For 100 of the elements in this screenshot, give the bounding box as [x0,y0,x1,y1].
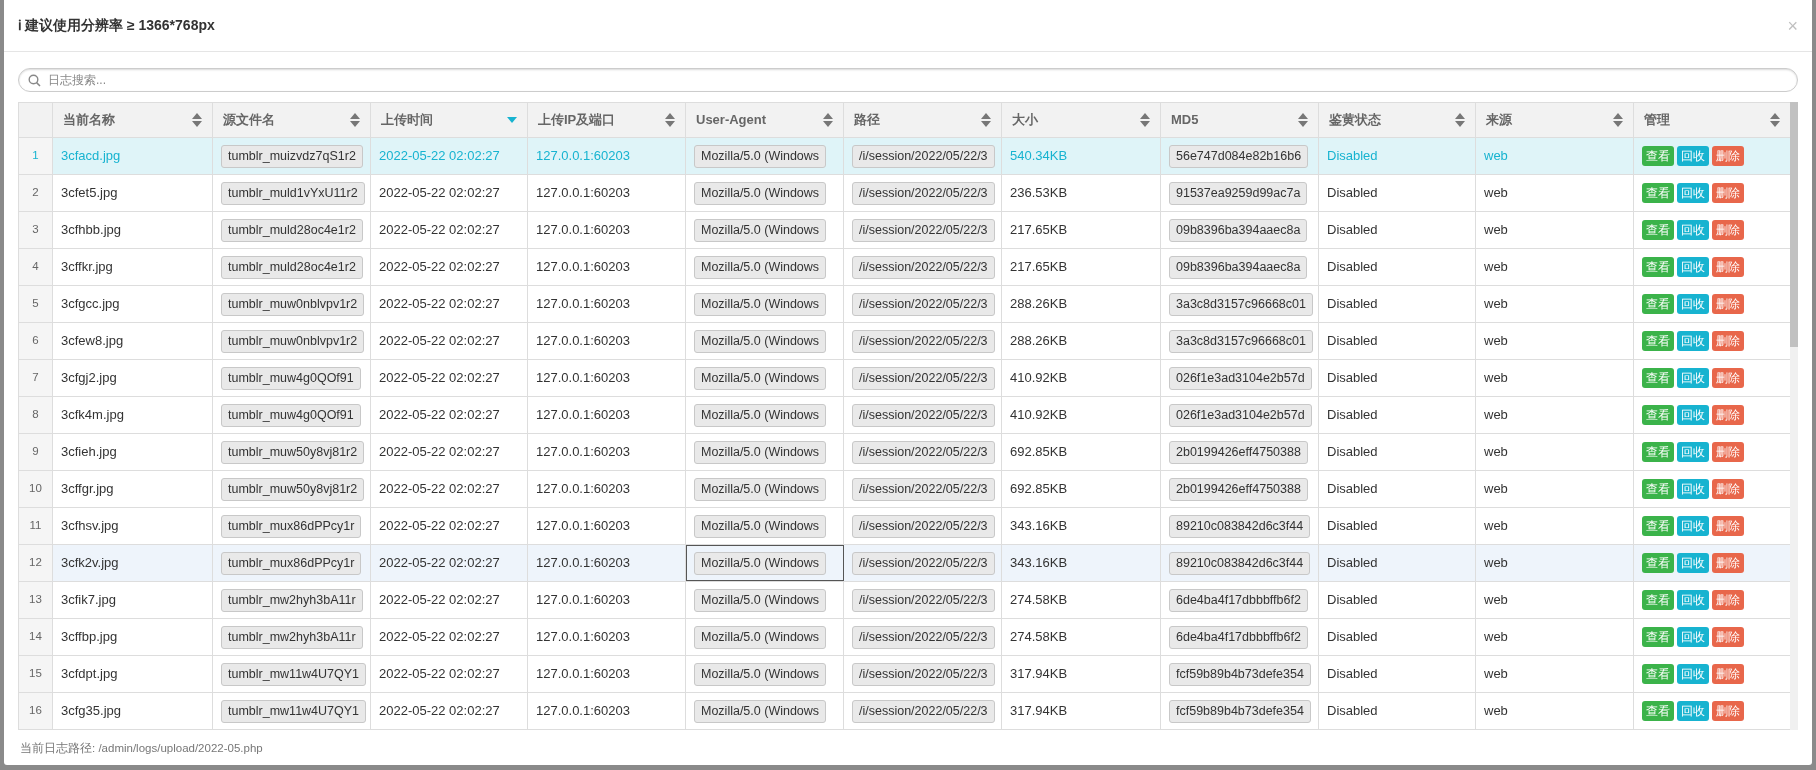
column-header[interactable]: 上传时间 [371,103,528,137]
user-agent-field[interactable]: Mozilla/5.0 (Windows [694,255,827,279]
source-file-field[interactable]: tumblr_muw4g0QOf91 [221,366,361,390]
md5-field[interactable]: 91537ea9259d99ac7a [1169,181,1308,205]
user-agent-field[interactable]: Mozilla/5.0 (Windows [694,551,827,575]
table-row[interactable]: 2 3cfet5.jpg tumblr_muld1vYxU11r2 2022-05-22 02:02:27 127.0.0.1:60203 Mozilla/5.0 (Windows /i/session/2022/05/22/3 236.53KB 91537ea9259d99ac7a Disabled web 查看 回收 删除 [19,175,1790,212]
path-field[interactable]: /i/session/2022/05/22/3 [852,366,995,390]
source-file-field[interactable]: tumblr_mw11w4U7QY1 [221,662,367,686]
table-row[interactable]: 1 3cfacd.jpg tumblr_muizvdz7qS1r2 2022-05-22 02:02:27 127.0.0.1:60203 Mozilla/5.0 (Windows /i/session/2022/05/22/3 540.34KB 56e747d084e82b16b6 Disabled web 查看 回收 删除 [19,138,1790,175]
md5-field[interactable]: 89210c083842d6c3f44 [1169,514,1311,538]
column-header[interactable]: 当前名称 [53,103,213,137]
column-header[interactable]: 上传IP及端口 [528,103,686,137]
column-header[interactable]: MD5 [1161,103,1319,137]
table-cell: 540.34KB [1002,138,1161,174]
md5-field[interactable]: 026f1e3ad3104e2b57d [1169,366,1312,390]
table-row[interactable]: 4 3cffkr.jpg tumblr_muld28oc4e1r2 2022-05-22 02:02:27 127.0.0.1:60203 Mozilla/5.0 (Windows /i/session/2022/05/22/3 217.65KB 09b8396ba394aaec8a Disabled web 查看 回收 删除 [19,249,1790,286]
table-row[interactable]: 3 3cfhbb.jpg tumblr_muld28oc4e1r2 2022-05-22 02:02:27 127.0.0.1:60203 Mozilla/5.0 (Windows /i/session/2022/05/22/3 217.65KB 09b8396ba394aaec8a Disabled web 查看 回收 删除 [19,212,1790,249]
user-agent-field[interactable]: Mozilla/5.0 (Windows [694,403,827,427]
md5-field[interactable]: 6de4ba4f17dbbbffb6f2 [1169,625,1308,649]
scrollbar-thumb[interactable] [1790,102,1798,347]
md5-field[interactable]: 2b0199426eff4750388 [1169,440,1308,464]
md5-field[interactable]: 026f1e3ad3104e2b57d [1169,403,1312,427]
source-file-field[interactable]: tumblr_muw0nblvpv1r2 [221,329,365,353]
path-field[interactable]: /i/session/2022/05/22/3 [852,514,995,538]
column-header[interactable]: 鉴黄状态 [1319,103,1476,137]
path-field[interactable]: /i/session/2022/05/22/3 [852,292,995,316]
column-header[interactable]: User-Agent [686,103,844,137]
table-row[interactable]: 12 3cfk2v.jpg tumblr_mux86dPPcy1r 2022-05-22 02:02:27 127.0.0.1:60203 Mozilla/5.0 (Windows /i/session/2022/05/22/3 343.16KB 89210c083842d6c3f44 Disabled web 查看 回收 删除 [19,545,1790,582]
md5-field[interactable]: 2b0199426eff4750388 [1169,477,1308,501]
source-file-field[interactable]: tumblr_mux86dPPcy1r [221,551,362,575]
source-file-field[interactable]: tumblr_muw4g0QOf91 [221,403,361,427]
user-agent-field[interactable]: Mozilla/5.0 (Windows [694,625,827,649]
column-header[interactable]: 来源 [1476,103,1634,137]
search-icon [28,74,41,87]
md5-field[interactable]: 09b8396ba394aaec8a [1169,255,1308,279]
user-agent-field[interactable]: Mozilla/5.0 (Windows [694,588,827,612]
table-row[interactable]: 13 3cfik7.jpg tumblr_mw2hyh3bA11r 2022-05-22 02:02:27 127.0.0.1:60203 Mozilla/5.0 (Windows /i/session/2022/05/22/3 274.58KB 6de4ba4f17dbbbffb6f2 Disabled web 查看 回收 删除 [19,582,1790,619]
column-header[interactable]: 大小 [1002,103,1161,137]
table-cell: 2022-05-22 02:02:27 [371,434,528,470]
md5-field[interactable]: 89210c083842d6c3f44 [1169,551,1311,575]
path-field[interactable]: /i/session/2022/05/22/3 [852,329,995,353]
source-file-field[interactable]: tumblr_muw50y8vj81r2 [221,477,365,501]
table-row[interactable]: 10 3cffgr.jpg tumblr_muw50y8vj81r2 2022-05-22 02:02:27 127.0.0.1:60203 Mozilla/5.0 (Windows /i/session/2022/05/22/3 692.85KB 2b0199426eff4750388 Disabled web 查看 回收 删除 [19,471,1790,508]
path-field[interactable]: /i/session/2022/05/22/3 [852,477,995,501]
table-cell: 3cffkr.jpg [53,249,213,285]
source-file-field[interactable]: tumblr_muld1vYxU11r2 [221,181,365,205]
source-file-field[interactable]: tumblr_muw50y8vj81r2 [221,440,365,464]
source-file-field[interactable]: tumblr_mux86dPPcy1r [221,514,362,538]
user-agent-field[interactable]: Mozilla/5.0 (Windows [694,292,827,316]
table-row[interactable]: 7 3cfgj2.jpg tumblr_muw4g0QOf91 2022-05-22 02:02:27 127.0.0.1:60203 Mozilla/5.0 (Windows /i/session/2022/05/22/3 410.92KB 026f1e3ad3104e2b57d Disabled web 查看 回收 删除 [19,360,1790,397]
path-field[interactable]: /i/session/2022/05/22/3 [852,699,995,723]
user-agent-field[interactable]: Mozilla/5.0 (Windows [694,440,827,464]
search-field[interactable]: 日志搜索... [18,68,1798,92]
column-header[interactable]: 路径 [844,103,1002,137]
user-agent-field[interactable]: Mozilla/5.0 (Windows [694,329,827,353]
path-field[interactable]: /i/session/2022/05/22/3 [852,588,995,612]
path-field[interactable]: /i/session/2022/05/22/3 [852,218,995,242]
md5-field[interactable]: 09b8396ba394aaec8a [1169,218,1308,242]
path-field[interactable]: /i/session/2022/05/22/3 [852,403,995,427]
md5-field[interactable]: 56e747d084e82b16b6 [1169,144,1309,168]
column-header[interactable]: 源文件名 [213,103,371,137]
table-cell: Disabled [1319,249,1476,285]
md5-field[interactable]: 6de4ba4f17dbbbffb6f2 [1169,588,1308,612]
table-row[interactable]: 11 3cfhsv.jpg tumblr_mux86dPPcy1r 2022-05-22 02:02:27 127.0.0.1:60203 Mozilla/5.0 (Windows /i/session/2022/05/22/3 343.16KB 89210c083842d6c3f44 Disabled web 查看 回收 删除 [19,508,1790,545]
table-row[interactable]: 14 3cffbp.jpg tumblr_mw2hyh3bA11r 2022-05-22 02:02:27 127.0.0.1:60203 Mozilla/5.0 (Windows /i/session/2022/05/22/3 274.58KB 6de4ba4f17dbbbffb6f2 Disabled web 查看 回收 删除 [19,619,1790,656]
source-file-field[interactable]: tumblr_muw0nblvpv1r2 [221,292,365,316]
user-agent-field[interactable]: Mozilla/5.0 (Windows [694,514,827,538]
user-agent-field[interactable]: Mozilla/5.0 (Windows [694,218,827,242]
table-cell: 2022-05-22 02:02:27 [371,286,528,322]
path-field[interactable]: /i/session/2022/05/22/3 [852,440,995,464]
source-file-field[interactable]: tumblr_muld28oc4e1r2 [221,218,363,242]
user-agent-field[interactable]: Mozilla/5.0 (Windows [694,144,827,168]
source-file-field[interactable]: tumblr_mw2hyh3bA11r [221,588,363,612]
path-field[interactable]: /i/session/2022/05/22/3 [852,144,995,168]
user-agent-field[interactable]: Mozilla/5.0 (Windows [694,699,827,723]
source-file-field[interactable]: tumblr_muld28oc4e1r2 [221,255,363,279]
table-row[interactable]: 6 3cfew8.jpg tumblr_muw0nblvpv1r2 2022-05-22 02:02:27 127.0.0.1:60203 Mozilla/5.0 (Windows /i/session/2022/05/22/3 288.26KB 3a3c8d3157c96668c01 Disabled web 查看 回收 删除 [19,323,1790,360]
path-field[interactable]: /i/session/2022/05/22/3 [852,181,995,205]
md5-field[interactable]: 3a3c8d3157c96668c01 [1169,292,1313,316]
path-field[interactable]: /i/session/2022/05/22/3 [852,255,995,279]
table-row[interactable]: 16 3cfg35.jpg tumblr_mw11w4U7QY1 2022-05-22 02:02:27 127.0.0.1:60203 Mozilla/5.0 (Windows /i/session/2022/05/22/3 317.94KB fcf59b89b4b73defe354 Disabled web 查看 回收 删除 [19,693,1790,730]
md5-field[interactable]: 3a3c8d3157c96668c01 [1169,329,1313,353]
source-file-field[interactable]: tumblr_muizvdz7qS1r2 [221,144,363,168]
md5-field[interactable]: fcf59b89b4b73defe354 [1169,662,1311,686]
scrollbar[interactable] [1790,102,1798,730]
path-field[interactable]: /i/session/2022/05/22/3 [852,625,995,649]
user-agent-field[interactable]: Mozilla/5.0 (Windows [694,477,827,501]
source-file-field[interactable]: tumblr_mw11w4U7QY1 [221,699,367,723]
table-row[interactable]: 9 3cfieh.jpg tumblr_muw50y8vj81r2 2022-05-22 02:02:27 127.0.0.1:60203 Mozilla/5.0 (Windows /i/session/2022/05/22/3 692.85KB 2b0199426eff4750388 Disabled web 查看 回收 删除 [19,434,1790,471]
table-row[interactable]: 8 3cfk4m.jpg tumblr_muw4g0QOf91 2022-05-22 02:02:27 127.0.0.1:60203 Mozilla/5.0 (Windows /i/session/2022/05/22/3 410.92KB 026f1e3ad3104e2b57d Disabled web 查看 回收 删除 [19,397,1790,434]
user-agent-field[interactable]: Mozilla/5.0 (Windows [694,662,827,686]
path-field[interactable]: /i/session/2022/05/22/3 [852,551,995,575]
user-agent-field[interactable]: Mozilla/5.0 (Windows [694,366,827,390]
table-cell: 127.0.0.1:60203 [528,175,686,211]
user-agent-field[interactable]: Mozilla/5.0 (Windows [694,181,827,205]
path-field[interactable]: /i/session/2022/05/22/3 [852,662,995,686]
source-file-field[interactable]: tumblr_mw2hyh3bA11r [221,625,363,649]
table-row[interactable]: 15 3cfdpt.jpg tumblr_mw11w4U7QY1 2022-05-22 02:02:27 127.0.0.1:60203 Mozilla/5.0 (Windows /i/session/2022/05/22/3 317.94KB fcf59b89b4b73defe354 Disabled web 查看 回收 删除 [19,656,1790,693]
table-row[interactable]: 5 3cfgcc.jpg tumblr_muw0nblvpv1r2 2022-05-22 02:02:27 127.0.0.1:60203 Mozilla/5.0 (Windows /i/session/2022/05/22/3 288.26KB 3a3c8d3157c96668c01 Disabled web 查看 回收 删除 [19,286,1790,323]
md5-field[interactable]: fcf59b89b4b73defe354 [1169,699,1311,723]
